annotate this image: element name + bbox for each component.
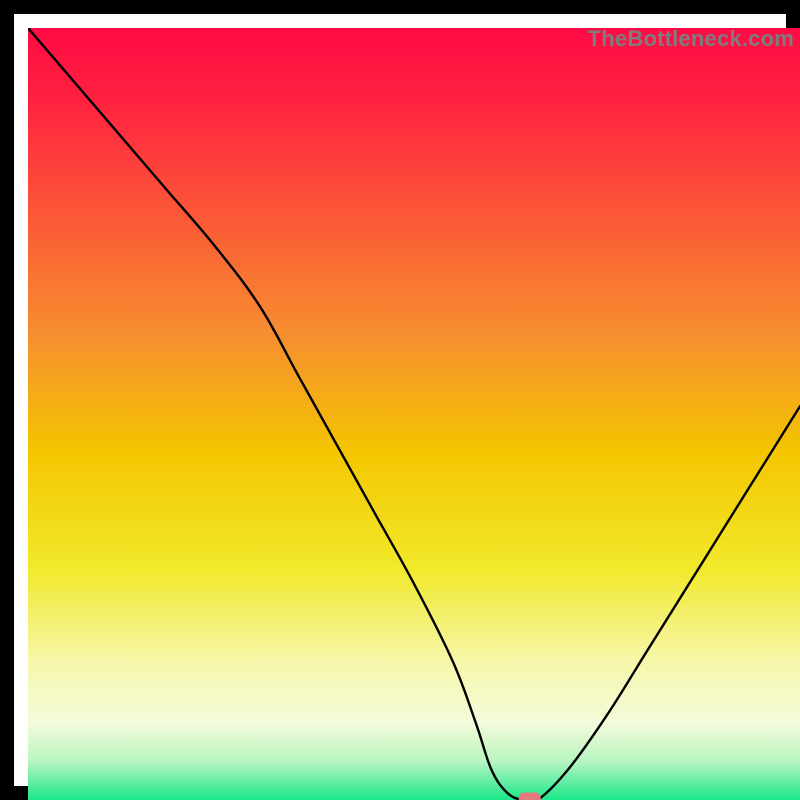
gradient-background [28, 28, 800, 800]
attribution-watermark: TheBottleneck.com [588, 26, 794, 52]
chart-frame: TheBottleneck.com [0, 0, 800, 800]
chart-svg [28, 28, 800, 800]
plot-area: TheBottleneck.com [28, 28, 800, 800]
optimal-marker [519, 793, 541, 800]
